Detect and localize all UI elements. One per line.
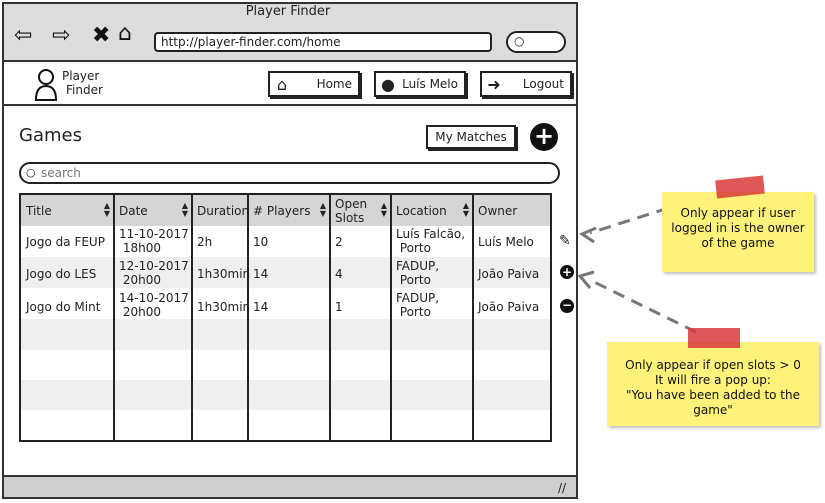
sticky-note-owner: Only appear if user logged in is the own… bbox=[662, 192, 814, 272]
sticky-note-slots: Only appear if open slots > 0 It will fi… bbox=[607, 342, 819, 426]
note-tape bbox=[688, 328, 740, 348]
arrowhead-edit bbox=[578, 226, 597, 244]
arrow-to-join bbox=[589, 278, 697, 334]
arrowhead-join bbox=[577, 270, 595, 289]
